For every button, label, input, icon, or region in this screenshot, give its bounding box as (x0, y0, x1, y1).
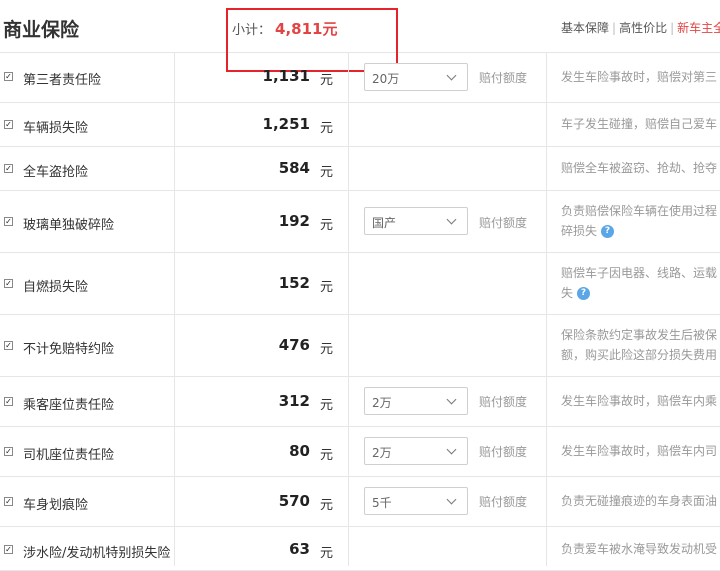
coverage-description: 车子发生碰撞，赔偿自己爱车 (561, 117, 718, 131)
coverage-price: 152 (278, 274, 310, 292)
filter-basic[interactable]: 基本保障 (561, 21, 609, 35)
coverage-price: 476 (278, 336, 310, 354)
chevron-down-icon (446, 444, 457, 455)
coverage-name: 全车盗抢险 (23, 165, 89, 180)
select-value: 2万 (372, 446, 392, 460)
coverage-name: 不计免赔特约险 (23, 342, 115, 357)
select-value: 5千 (372, 496, 392, 510)
chevron-down-icon (446, 394, 457, 405)
table-row: ✓ 车身划痕险 570 元 5千 赔付额度 负责无碰撞痕迹的车身表面油 (0, 476, 720, 527)
price-unit: 元 (320, 73, 334, 88)
price-unit: 元 (320, 448, 334, 463)
table-row: ✓ 全车盗抢险 584 元 赔偿全车被盗窃、抢劫、抢夺 (0, 146, 720, 191)
price-unit: 元 (320, 121, 334, 136)
claim-amount-label: 赔付额度 (479, 495, 528, 509)
coverage-amount-select[interactable]: 5千 (364, 487, 468, 515)
coverage-description: 保险条款约定事故发生后被保 额，购买此险这部分损失费用 (561, 328, 718, 362)
checkbox-checked-icon[interactable]: ✓ (4, 279, 13, 288)
checkbox-checked-icon[interactable]: ✓ (4, 120, 13, 129)
price-unit: 元 (320, 280, 334, 295)
coverage-price: 584 (278, 159, 310, 177)
table-row: ✓ 乘客座位责任险 312 元 2万 赔付额度 发生车险事故时，赔偿车内乘 (0, 376, 720, 427)
price-unit: 元 (320, 342, 334, 357)
coverage-price: 570 (278, 492, 310, 510)
checkbox-checked-icon[interactable]: ✓ (4, 545, 13, 554)
table-row: ✓ 自燃损失险 152 元 赔偿车子因电器、线路、运载失? (0, 252, 720, 315)
chevron-down-icon (446, 214, 457, 225)
checkbox-checked-icon[interactable]: ✓ (4, 397, 13, 406)
chevron-down-icon (446, 494, 457, 505)
checkbox-checked-icon[interactable]: ✓ (4, 217, 13, 226)
coverage-name: 玻璃单独破碎险 (23, 218, 115, 233)
checkbox-checked-icon[interactable]: ✓ (4, 447, 13, 456)
coverage-description: 负责赔偿保险车辆在使用过程 碎损失? (561, 204, 718, 238)
table-row: ✓ 涉水险/发动机特别损失险 63 元 负责爱车被水淹导致发动机受 (0, 526, 720, 571)
coverage-description: 发生车险事故时，赔偿车内司 (561, 444, 718, 458)
table-row: ✓ 不计免赔特约险 476 元 保险条款约定事故发生后被保 额，购买此险这部分损失… (0, 314, 720, 377)
price-unit: 元 (320, 498, 334, 513)
coverage-description: 赔偿车子因电器、线路、运载失? (561, 266, 718, 300)
coverage-price: 312 (278, 392, 310, 410)
coverage-price: 192 (278, 212, 310, 230)
coverage-name: 车辆损失险 (23, 121, 89, 136)
coverage-name: 乘客座位责任险 (23, 398, 115, 413)
coverage-price: 80 (289, 442, 310, 460)
checkbox-checked-icon[interactable]: ✓ (4, 341, 13, 350)
coverage-name: 司机座位责任险 (23, 448, 115, 463)
claim-amount-label: 赔付额度 (479, 445, 528, 459)
coverage-price: 63 (289, 540, 310, 558)
select-value: 国产 (372, 216, 397, 230)
table-row: ✓ 玻璃单独破碎险 192 元 国产 赔付额度 负责赔偿保险车辆在使用过程 碎损失… (0, 190, 720, 253)
checkbox-checked-icon[interactable]: ✓ (4, 497, 13, 506)
filter-new-owner[interactable]: 新车主全 (677, 21, 720, 35)
coverage-price: 1,131 (262, 67, 310, 85)
coverage-name: 第三者责任险 (23, 73, 102, 88)
filter-value[interactable]: 高性价比 (619, 21, 667, 35)
coverage-name: 涉水险/发动机特别损失险 (23, 546, 171, 561)
coverage-amount-select[interactable]: 2万 (364, 437, 468, 465)
coverage-amount-select[interactable]: 20万 (364, 63, 468, 91)
coverage-description: 赔偿全车被盗窃、抢劫、抢夺 (561, 161, 718, 175)
plan-filters: 基本保障 | 高性价比 | 新车主全 (561, 19, 720, 36)
price-unit: 元 (320, 546, 334, 561)
price-unit: 元 (320, 398, 334, 413)
select-value: 2万 (372, 396, 392, 410)
table-row: ✓ 车辆损失险 1,251 元 车子发生碰撞，赔偿自己爱车 (0, 102, 720, 147)
claim-amount-label: 赔付额度 (479, 216, 528, 230)
coverage-amount-select[interactable]: 2万 (364, 387, 468, 415)
question-help-icon[interactable]: ? (601, 225, 615, 238)
coverage-description: 负责爱车被水淹导致发动机受 (561, 542, 718, 556)
claim-amount-label: 赔付额度 (479, 395, 528, 409)
glass-origin-select[interactable]: 国产 (364, 207, 468, 235)
chevron-down-icon (446, 70, 457, 81)
checkbox-checked-icon[interactable]: ✓ (4, 164, 13, 173)
table-row: ✓ 第三者责任险 1,131 元 20万 赔付额度 发生车险事故时，赔偿对第三 (0, 52, 720, 103)
price-unit: 元 (320, 218, 334, 233)
coverage-name: 自燃损失险 (23, 280, 89, 295)
checkbox-checked-icon[interactable]: ✓ (4, 72, 13, 81)
select-value: 20万 (372, 72, 400, 86)
question-help-icon[interactable]: ? (577, 287, 591, 300)
coverage-description: 发生车险事故时，赔偿对第三 (561, 70, 718, 84)
coverage-price: 1,251 (262, 115, 310, 133)
coverage-description: 负责无碰撞痕迹的车身表面油 (561, 494, 718, 508)
coverage-name: 车身划痕险 (23, 498, 89, 513)
claim-amount-label: 赔付额度 (479, 71, 528, 85)
table-row: ✓ 司机座位责任险 80 元 2万 赔付额度 发生车险事故时，赔偿车内司 (0, 426, 720, 477)
coverage-description: 发生车险事故时，赔偿车内乘 (561, 394, 718, 408)
section-title: 商业保险 (3, 19, 80, 41)
price-unit: 元 (320, 165, 334, 180)
